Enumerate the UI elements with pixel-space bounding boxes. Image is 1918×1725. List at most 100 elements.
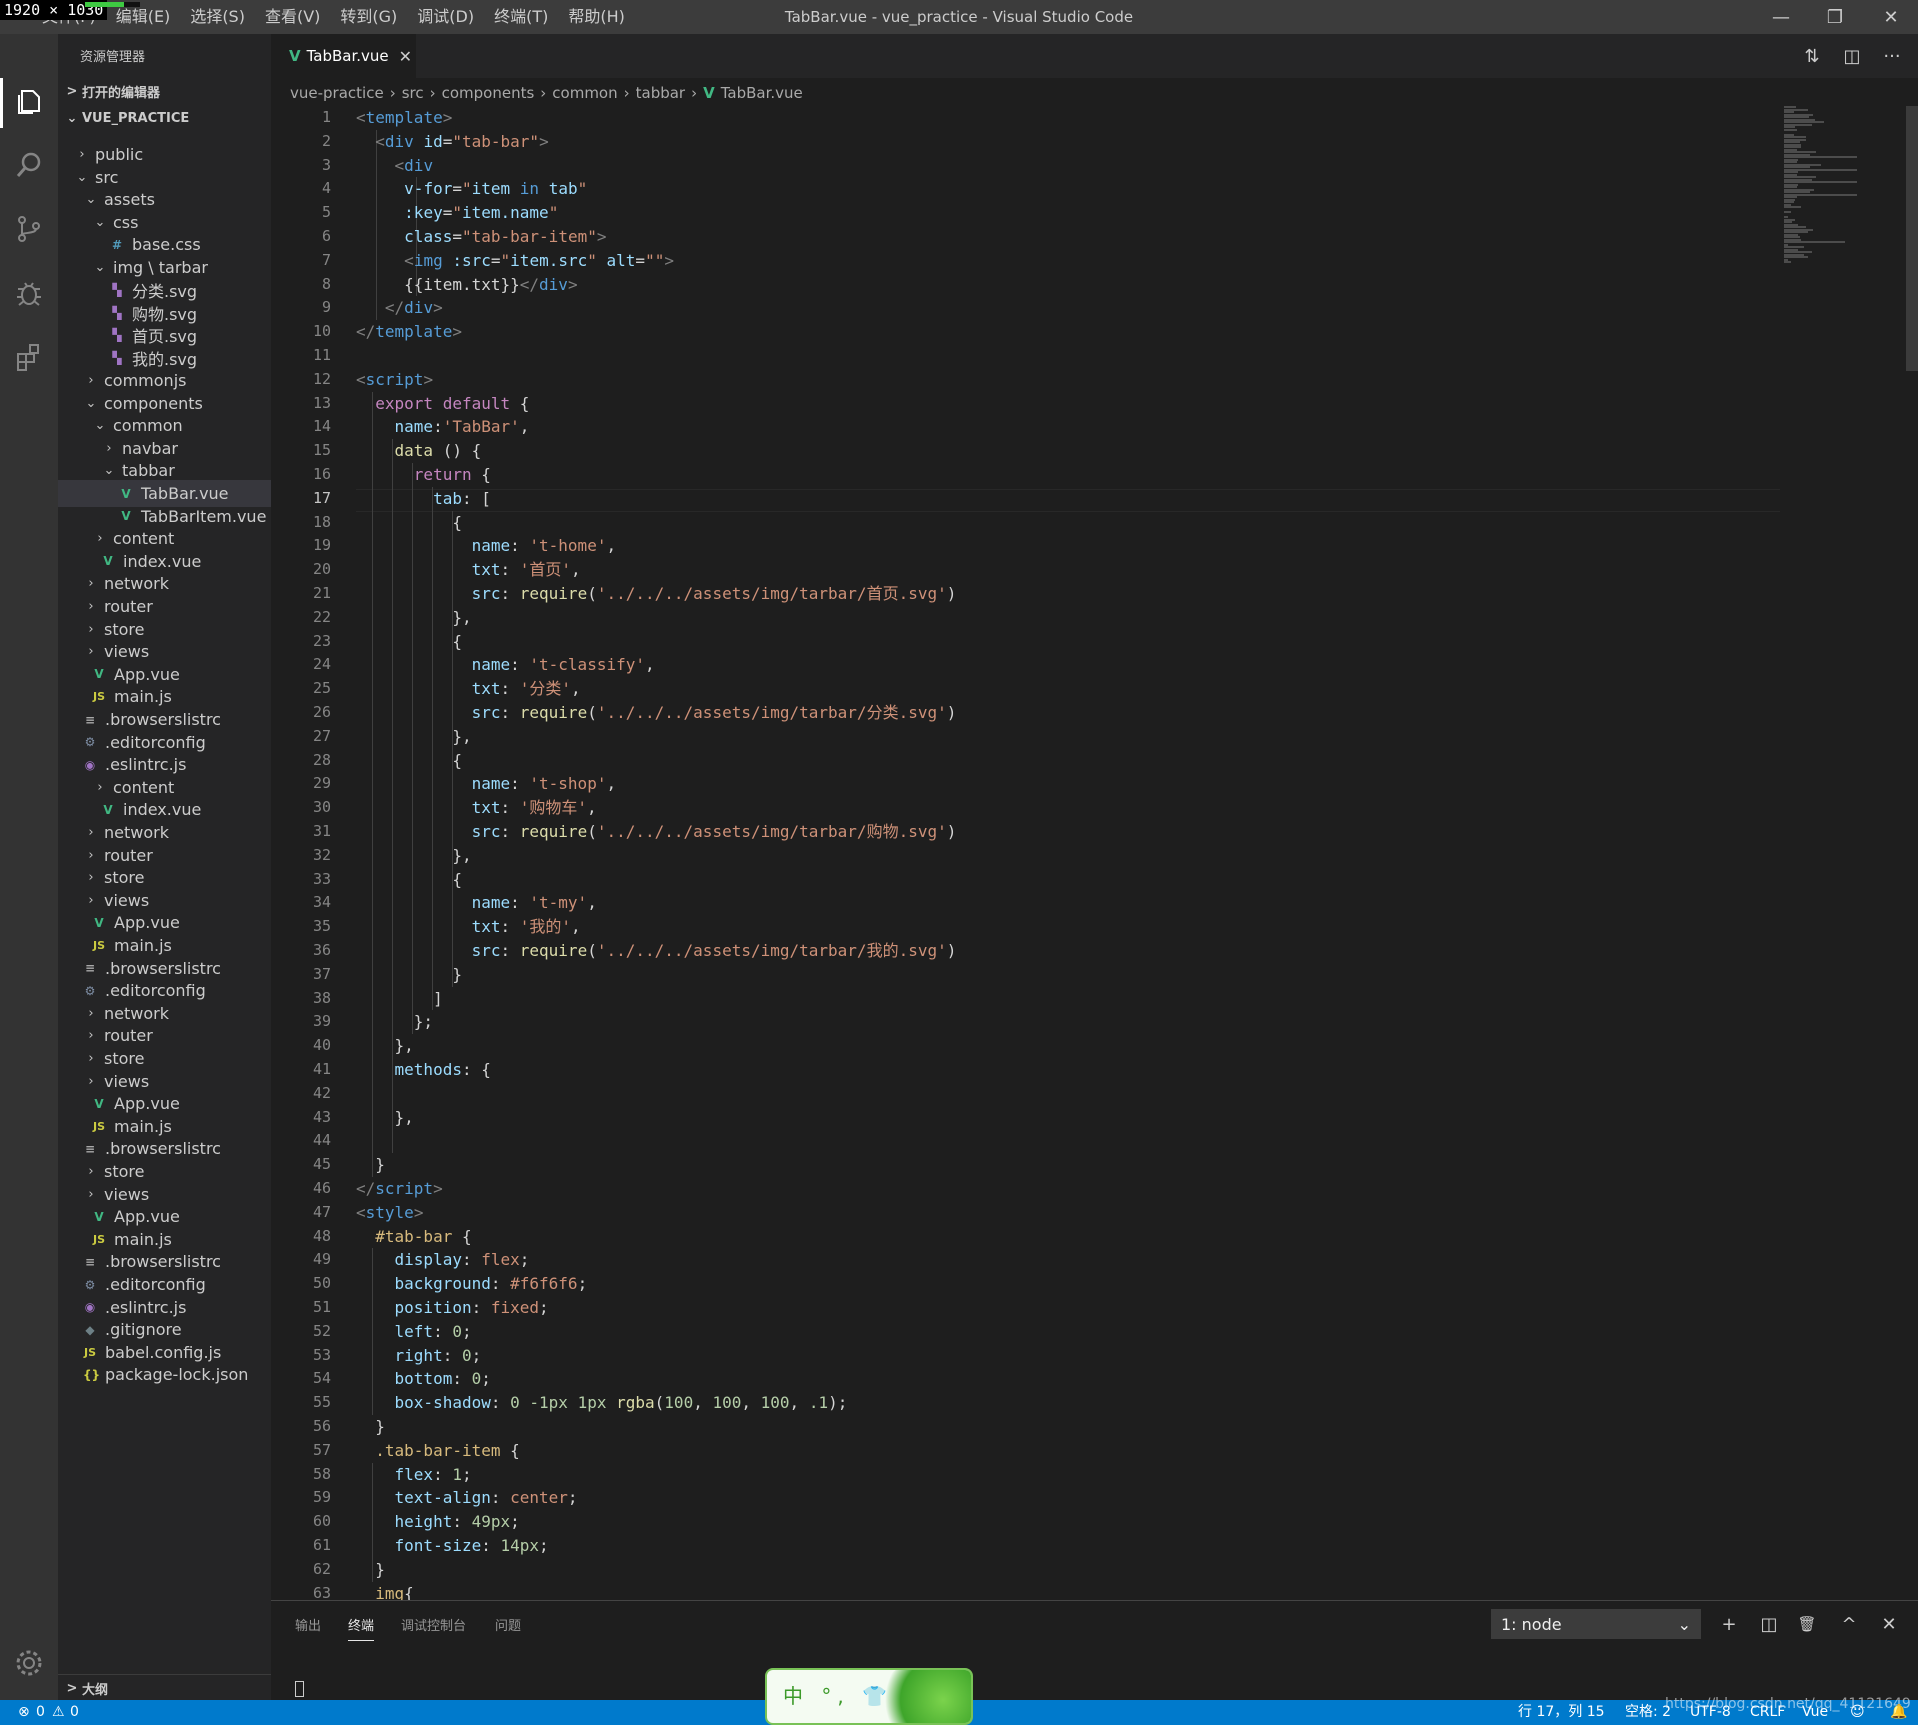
code-token: name [471,536,511,556]
code-token: { [452,1226,472,1246]
tree-file[interactable]: {} package-lock.json [58,1361,271,1388]
code-token: }; [356,1012,434,1032]
code-token: } [356,1559,385,1579]
code-editor[interactable]: <template> <div id="tab-bar"> <div v-for… [356,106,1780,1600]
breadcrumb-item[interactable]: components [442,84,535,102]
breadcrumb-item[interactable]: tabbar [636,84,685,102]
cursor-position[interactable]: 行 17，列 15 [1518,1700,1605,1725]
tab-debug-console[interactable]: 调试控制台 [401,1615,466,1634]
tab-terminal[interactable]: 终端 [348,1615,375,1641]
open-changes-icon[interactable]: ⇅ [1793,34,1831,78]
maximize-button[interactable]: ❐ [1812,0,1858,34]
split-terminal-icon[interactable]: ◫ [1753,1609,1785,1639]
minimap-line [1784,256,1808,258]
debug-icon[interactable] [10,274,48,312]
outline-section[interactable]: > 大纲 [58,1674,271,1700]
code-token: rgba [616,1393,655,1413]
menu-item[interactable]: 选择(S) [180,0,255,34]
error-icon[interactable]: ⊗ [18,1700,30,1725]
code-token: " [548,203,559,223]
menu-item[interactable]: 调试(D) [407,0,484,34]
open-editors-section[interactable]: > 打开的编辑器 [58,78,271,104]
close-panel-icon[interactable]: ✕ [1873,1609,1905,1639]
code-token: , [571,560,581,580]
tree-item-label: tabbar [122,461,175,481]
code-line: :key="item.name" [356,201,558,225]
svg-file-icon: ▚ [112,283,122,298]
vue-file-icon: V [703,84,715,102]
tab-problems[interactable]: 问题 [495,1615,521,1634]
line-number: 54 [312,1369,331,1388]
feedback-icon[interactable]: ☺ [1850,1700,1865,1725]
extensions-icon[interactable] [10,338,48,376]
ime-toolbar[interactable]: 中 °, 👕 [765,1668,973,1725]
code-token: ( [587,822,597,841]
project-label: VUE_PRACTICE [82,110,190,126]
code-line: v-for="item in tab" [356,177,587,201]
warning-icon[interactable]: ⚠ [52,1700,65,1725]
line-number: 36 [312,941,331,959]
tree-item-label: content [113,777,175,797]
chevron-right-icon: › [88,1073,94,1089]
code-token: name [471,655,511,675]
code-line: class="tab-bar-item"> [356,225,606,249]
warning-count[interactable]: 0 [70,1700,79,1725]
terminal-select[interactable]: 1: node ⌄ [1491,1609,1701,1639]
menu-item[interactable]: 终端(T) [484,0,558,34]
code-line: }, [356,844,472,868]
chevron-right-icon: › [429,84,436,102]
code-token: < [375,131,385,151]
code-token: : [500,679,520,699]
vue-file-icon: V [94,1209,104,1224]
breadcrumb-item[interactable]: common [552,84,617,102]
tree-item-label: .editorconfig [105,1275,206,1294]
settings-gear-icon[interactable] [10,1644,48,1682]
source-control-icon[interactable] [10,210,48,248]
split-editor-icon[interactable]: ◫ [1833,34,1871,78]
close-tab-icon[interactable]: ✕ [399,47,412,66]
code-token: { [510,393,530,413]
line-number: 8 [321,274,331,293]
menu-item[interactable]: 查看(V) [255,0,330,34]
line-number: 30 [312,798,331,817]
code-token: , [741,1393,761,1413]
code-line: height: 49px; [356,1510,520,1534]
breadcrumb-item[interactable]: TabBar.vue [721,84,803,102]
notifications-icon[interactable]: 🔔 [1890,1700,1907,1725]
menu-item[interactable]: 帮助(H) [558,0,635,34]
vue-file-icon: V [94,667,104,682]
code-line: </template> [356,320,462,344]
breadcrumb-item[interactable]: vue-practice [290,84,384,102]
menu-item[interactable]: 转到(G) [330,0,407,34]
code-token: }, [356,845,472,865]
search-icon[interactable] [10,146,48,184]
tab-tabbar-vue[interactable]: V TabBar.vue ✕ [271,34,416,78]
project-section[interactable]: ⌄ VUE_PRACTICE [58,105,271,131]
gear-icon: ⚙ [84,983,96,998]
tab-output[interactable]: 输出 [295,1615,321,1634]
line-number: 3 [321,155,331,174]
code-line: name: 't-my', [356,891,597,915]
minimap-line [1784,206,1801,208]
minimap[interactable] [1780,106,1904,266]
minimize-button[interactable]: — [1758,0,1804,34]
breadcrumb-item[interactable]: src [402,84,424,102]
more-actions-icon[interactable]: ··· [1873,34,1911,78]
code-line: }, [356,606,471,630]
kill-terminal-icon[interactable]: 🗑 [1791,1609,1823,1639]
svg-file-icon: ▚ [112,350,122,365]
error-count[interactable]: 0 [36,1700,45,1725]
editor-scroll-thumb[interactable] [1906,106,1918,371]
line-number: 45 [312,1155,331,1174]
explorer-icon[interactable] [10,82,48,120]
close-window-button[interactable]: ✕ [1868,0,1914,34]
new-terminal-icon[interactable]: + [1713,1609,1745,1639]
maximize-panel-icon[interactable]: ^ [1833,1609,1865,1639]
code-line: <div id="tab-bar"> [356,130,548,154]
